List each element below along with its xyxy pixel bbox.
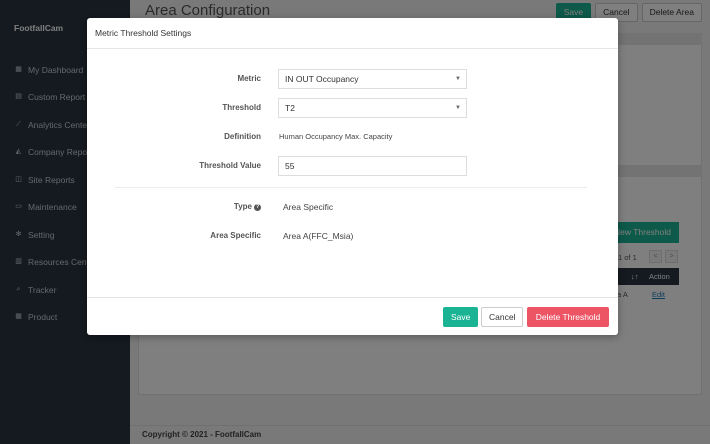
- threshold-select-value: T2: [285, 103, 295, 113]
- type-row: Type? Area Specific: [87, 197, 618, 217]
- type-label-text: Type: [233, 202, 252, 211]
- metric-threshold-modal: Metric Threshold Settings Metric IN OUT …: [87, 18, 618, 335]
- modal-footer: Save Cancel Delete Threshold: [87, 297, 618, 335]
- area-specific-row: Area Specific Area A(FFC_Msia): [87, 226, 618, 246]
- area-specific-label: Area Specific: [210, 231, 261, 240]
- type-label: Type?: [234, 197, 261, 217]
- area-specific-value: Area A(FFC_Msia): [283, 231, 354, 241]
- modal-title: Metric Threshold Settings: [87, 18, 618, 49]
- type-value: Area Specific: [283, 202, 334, 212]
- threshold-value-text: 55: [285, 161, 295, 171]
- metric-select-value: IN OUT Occupancy: [285, 74, 359, 84]
- threshold-row: Threshold T2 ▼: [87, 98, 618, 118]
- threshold-value-row: Threshold Value 55: [87, 156, 618, 176]
- metric-select[interactable]: IN OUT Occupancy ▼: [278, 69, 467, 89]
- definition-label: Definition: [224, 132, 261, 141]
- form-divider: [115, 187, 587, 188]
- threshold-label: Threshold: [222, 103, 261, 112]
- save-threshold-button[interactable]: Save: [443, 307, 479, 327]
- threshold-value-label: Threshold Value: [199, 161, 261, 170]
- question-circle-icon[interactable]: ?: [254, 204, 261, 211]
- definition-row: Definition Human Occupancy Max. Capacity: [87, 127, 618, 147]
- definition-value: Human Occupancy Max. Capacity: [279, 132, 393, 141]
- metric-row: Metric IN OUT Occupancy ▼: [87, 69, 618, 89]
- threshold-select[interactable]: T2 ▼: [278, 98, 467, 118]
- delete-threshold-button[interactable]: Delete Threshold: [527, 307, 609, 327]
- chevron-down-icon: ▼: [455, 76, 461, 82]
- threshold-value-input[interactable]: 55: [278, 156, 467, 176]
- chevron-down-icon: ▼: [455, 105, 461, 111]
- metric-label: Metric: [237, 74, 261, 83]
- cancel-threshold-button[interactable]: Cancel: [481, 307, 524, 327]
